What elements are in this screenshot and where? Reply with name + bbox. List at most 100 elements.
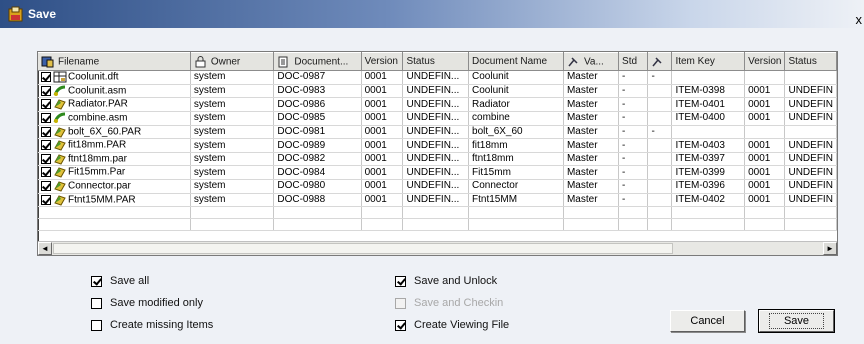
document-cell: DOC-0980 (273, 179, 362, 194)
column-header-status[interactable]: Status (402, 52, 470, 71)
filename-cell[interactable]: Radiator.PAR (38, 97, 191, 112)
std-cell: - (618, 84, 649, 99)
table-row[interactable]: bolt_6X_60.PAR system DOC-0981 0001 UNDEFIN.… (38, 125, 837, 140)
save-and-unlock-option[interactable]: Save and Unlock (395, 274, 497, 288)
save-and-unlock-checkbox[interactable] (395, 275, 406, 287)
filename-cell[interactable]: bolt_6X_60.PAR (38, 125, 191, 140)
item-status-cell: UNDEFIN (784, 152, 837, 167)
column-header-document-name[interactable]: Document Name (468, 52, 564, 71)
create-missing-items-option[interactable]: Create missing Items (91, 318, 213, 332)
row-checkbox[interactable] (41, 153, 51, 164)
empty-cell (671, 206, 746, 220)
row-checkbox[interactable] (41, 72, 51, 82)
extra-cell (647, 193, 673, 208)
save-and-checkin-label: Save and Checkin (414, 297, 504, 309)
save-all-option[interactable]: Save all (91, 274, 149, 288)
empty-cell (190, 218, 275, 232)
empty-cell (784, 218, 837, 232)
filename-text: Coolunit.asm (68, 85, 127, 97)
table-row[interactable]: Radiator.PAR system DOC-0986 0001 UNDEFIN...… (38, 97, 837, 112)
row-checkbox[interactable] (41, 126, 51, 137)
extra-cell: - (647, 70, 673, 85)
table-row[interactable]: combine.asm system DOC-0985 0001 UNDEFIN... c… (38, 111, 837, 126)
status-cell: UNDEFIN... (402, 138, 470, 153)
column-header-owner[interactable]: Owner (190, 52, 275, 71)
create-viewing-file-option[interactable]: Create Viewing File (395, 318, 509, 332)
scrollbar-thumb[interactable] (53, 243, 673, 254)
column-header-variant[interactable]: Va... (563, 52, 620, 71)
column-header-item-status[interactable]: Status (784, 52, 837, 71)
version-cell: 0001 (361, 84, 404, 99)
doc-name-cell: combine (468, 111, 564, 126)
variant-cell: Master (563, 138, 620, 153)
table-row[interactable]: fit18mm.PAR system DOC-0989 0001 UNDEFIN... f… (38, 138, 837, 153)
table-row[interactable]: Ftnt15MM.PAR system DOC-0988 0001 UNDEFIN...… (38, 193, 837, 208)
version-cell: 0001 (361, 138, 404, 153)
row-checkbox[interactable] (41, 112, 51, 123)
filename-cell[interactable]: Coolunit.asm (38, 84, 191, 99)
filename-cell[interactable]: Connector.par (38, 179, 191, 194)
save-and-unlock-label: Save and Unlock (414, 275, 498, 287)
column-header-document[interactable]: Document... (273, 52, 362, 71)
part-file-icon (53, 153, 68, 165)
save-modified-only-option[interactable]: Save modified only (91, 296, 203, 310)
doc-name-cell: Fit15mm (468, 165, 564, 181)
status-cell: UNDEFIN... (402, 111, 470, 126)
std-cell: - (618, 70, 649, 85)
item-version-cell: 0001 (744, 179, 786, 194)
document-table: Filename Owner Document... Version Statu… (38, 52, 837, 232)
column-header-std[interactable]: Std (618, 52, 649, 71)
owner-cell: system (190, 179, 275, 194)
column-header-item-version[interactable]: Version (744, 52, 786, 71)
row-checkbox[interactable] (41, 167, 51, 178)
item-version-cell: 0001 (744, 152, 786, 167)
row-checkbox[interactable] (41, 194, 51, 205)
filename-cell[interactable]: Fit15mm.Par (38, 165, 191, 181)
save-all-checkbox[interactable] (91, 275, 102, 287)
row-checkbox[interactable] (41, 181, 51, 192)
horizontal-scrollbar[interactable]: ◄ ► (38, 241, 837, 255)
column-header-item-key[interactable]: Item Key (671, 52, 746, 71)
scroll-left-button[interactable]: ◄ (38, 242, 52, 255)
filename-cell[interactable]: fit18mm.PAR (38, 138, 191, 153)
scroll-right-button[interactable]: ► (823, 242, 837, 255)
filename-cell[interactable]: combine.asm (38, 111, 191, 126)
save-button[interactable]: Save (758, 309, 835, 333)
column-header-version[interactable]: Version (361, 52, 404, 71)
row-checkbox[interactable] (41, 99, 51, 110)
create-missing-items-checkbox[interactable] (91, 319, 102, 331)
document-icon (278, 56, 288, 67)
item-status-cell: UNDEFIN (784, 179, 837, 194)
save-modified-only-checkbox[interactable] (91, 297, 102, 309)
status-cell: UNDEFIN... (402, 152, 470, 167)
item-key-cell (671, 125, 746, 140)
row-checkbox[interactable] (41, 85, 51, 96)
table-row[interactable]: Fit15mm.Par system DOC-0984 0001 UNDEFIN... F… (38, 165, 837, 181)
variant-cell: Master (563, 193, 620, 208)
table-row[interactable]: Coolunit.asm system DOC-0983 0001 UNDEFIN...… (38, 84, 837, 99)
part-file-icon (53, 126, 68, 138)
document-grid[interactable]: Filename Owner Document... Version Statu… (37, 51, 838, 256)
filename-cell[interactable]: Ftnt15MM.PAR (38, 193, 191, 208)
cancel-button[interactable]: Cancel (670, 310, 745, 332)
item-version-cell: 0001 (744, 84, 786, 99)
filename-cell[interactable]: ftnt18mm.par (38, 152, 191, 167)
row-checkbox[interactable] (41, 140, 51, 151)
assembly-file-icon (53, 112, 68, 124)
table-row[interactable]: Coolunit.dft system DOC-0987 0001 UNDEFIN...… (38, 70, 837, 85)
close-button[interactable]: x (856, 13, 863, 26)
create-viewing-file-checkbox[interactable] (395, 319, 406, 331)
status-cell: UNDEFIN... (402, 70, 470, 85)
item-key-cell: ITEM-0403 (671, 138, 746, 153)
document-cell: DOC-0988 (273, 193, 362, 208)
filename-cell[interactable]: Coolunit.dft (38, 70, 191, 85)
empty-row (38, 218, 837, 232)
column-header-pin[interactable] (647, 52, 673, 71)
table-row[interactable]: ftnt18mm.par system DOC-0982 0001 UNDEFIN...… (38, 152, 837, 167)
item-version-cell: 0001 (744, 138, 786, 153)
part-file-icon (53, 140, 68, 151)
doc-name-cell: Coolunit (468, 84, 564, 99)
std-cell: - (618, 138, 649, 153)
column-header-filename[interactable]: Filename (38, 52, 191, 71)
table-row[interactable]: Connector.par system DOC-0980 0001 UNDEFIN..… (38, 179, 837, 194)
